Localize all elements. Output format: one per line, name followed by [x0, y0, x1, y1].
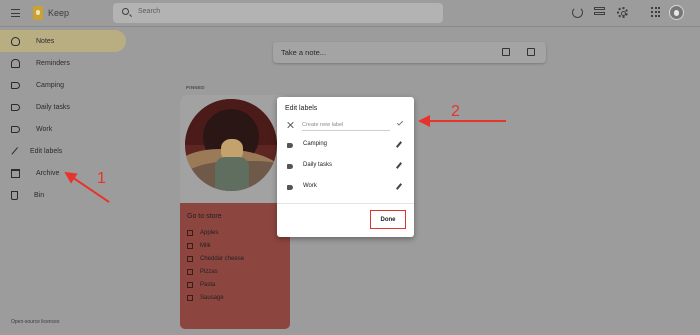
- pencil-icon[interactable]: [395, 183, 403, 190]
- search-bar[interactable]: Search: [113, 3, 443, 23]
- refresh-icon[interactable]: [572, 7, 583, 18]
- lightbulb-icon: [11, 36, 20, 46]
- annotation-arrow-2: [418, 115, 506, 127]
- list-item-text: Sausage: [200, 295, 224, 301]
- keep-app: Keep Search Notes Reminders Camping Dail…: [0, 0, 700, 335]
- pencil-icon[interactable]: [395, 162, 403, 169]
- checkbox-icon[interactable]: [187, 269, 193, 275]
- label-icon: [11, 103, 20, 111]
- divider: [277, 203, 414, 204]
- top-bar: Keep Search: [0, 0, 700, 27]
- open-source-licences-link[interactable]: Open-source licences: [11, 319, 59, 325]
- label-row-work: Work: [277, 181, 414, 195]
- list-item-text: Pizzas: [200, 269, 218, 275]
- list-item-text: Milk: [200, 243, 211, 249]
- list-item-text: Cheddar cheese: [200, 256, 245, 262]
- list-view-icon[interactable]: [594, 7, 605, 18]
- google-apps-icon[interactable]: [651, 7, 661, 18]
- sidebar-item-label: Bin: [34, 191, 45, 199]
- note-image: [180, 95, 290, 203]
- new-label-input[interactable]: [302, 120, 390, 131]
- checkbox-icon[interactable]: [187, 295, 193, 301]
- sidebar-item-label: Daily tasks: [36, 103, 70, 111]
- sidebar-item-bin[interactable]: Bin: [0, 184, 130, 206]
- sidebar-item-label: Edit labels: [30, 147, 63, 155]
- pencil-icon: [11, 146, 20, 156]
- label-icon: [287, 185, 293, 190]
- done-button[interactable]: Done: [370, 210, 406, 229]
- checkbox-icon[interactable]: [187, 282, 193, 288]
- checkmark-icon[interactable]: [396, 119, 404, 126]
- sidebar-item-edit-labels[interactable]: Edit labels: [0, 140, 130, 162]
- trash-icon: [11, 190, 18, 200]
- label-icon: [287, 143, 293, 148]
- sidebar-item-reminders[interactable]: Reminders: [0, 52, 130, 74]
- close-icon[interactable]: [286, 121, 294, 129]
- label-icon: [287, 164, 293, 169]
- list-item-text: Pasta: [200, 282, 216, 288]
- dialog-title: Edit labels: [285, 105, 318, 112]
- annotation-number-2: 2: [451, 103, 460, 120]
- take-note-placeholder: Take a note...: [281, 48, 327, 57]
- app-title: Keep: [48, 8, 70, 18]
- pinned-section-label: PINNED: [186, 85, 205, 90]
- take-note-bar[interactable]: Take a note...: [273, 42, 546, 63]
- sidebar-item-work[interactable]: Work: [0, 118, 130, 140]
- label-name: Work: [303, 183, 317, 189]
- sidebar-item-label: Work: [36, 125, 53, 133]
- search-placeholder: Search: [138, 8, 161, 15]
- list-item-text: Apples: [200, 230, 219, 236]
- checkbox-icon[interactable]: [187, 243, 193, 249]
- sidebar-item-label: Reminders: [36, 59, 70, 67]
- list-item[interactable]: Milk: [187, 243, 211, 249]
- sidebar-item-label: Notes: [36, 37, 55, 45]
- bell-icon: [11, 58, 20, 68]
- label-name: Daily tasks: [303, 162, 333, 168]
- new-label-row: [277, 119, 414, 133]
- sidebar-item-notes[interactable]: Notes: [0, 30, 126, 52]
- list-item[interactable]: Pizzas: [187, 269, 218, 275]
- main-menu-icon[interactable]: [11, 9, 20, 17]
- new-note-with-image-icon[interactable]: [527, 48, 535, 56]
- label-icon: [11, 125, 20, 133]
- account-avatar[interactable]: [669, 5, 684, 20]
- list-item[interactable]: Sausage: [187, 295, 224, 301]
- annotation-number-1: 1: [97, 170, 106, 187]
- list-item[interactable]: Apples: [187, 230, 218, 236]
- search-icon[interactable]: [122, 8, 129, 15]
- label-row-camping: Camping: [277, 139, 414, 153]
- sidebar-item-camping[interactable]: Camping: [0, 74, 130, 96]
- checkbox-icon[interactable]: [187, 230, 193, 236]
- edit-labels-dialog: Edit labels Camping Daily tasks Work Don…: [277, 97, 414, 237]
- label-icon: [11, 81, 20, 89]
- label-name: Camping: [303, 141, 328, 147]
- checkbox-icon[interactable]: [187, 256, 193, 262]
- sidebar-item-label: Archive: [36, 169, 60, 177]
- sidebar-item-daily-tasks[interactable]: Daily tasks: [0, 96, 130, 118]
- archive-icon: [11, 168, 20, 178]
- sidebar-item-label: Camping: [36, 81, 65, 89]
- list-item[interactable]: Cheddar cheese: [187, 256, 244, 262]
- note-title: Go to store: [187, 213, 222, 220]
- keep-logo-icon: [33, 6, 43, 20]
- label-row-daily-tasks: Daily tasks: [277, 160, 414, 174]
- settings-gear-icon[interactable]: [617, 7, 628, 18]
- new-list-checkbox-icon[interactable]: [502, 48, 510, 56]
- note-card[interactable]: Go to store Apples Milk Cheddar cheese P…: [180, 95, 290, 329]
- list-item[interactable]: Pasta: [187, 282, 215, 288]
- pencil-icon[interactable]: [395, 141, 403, 148]
- girl-sunset-illustration: [185, 99, 277, 191]
